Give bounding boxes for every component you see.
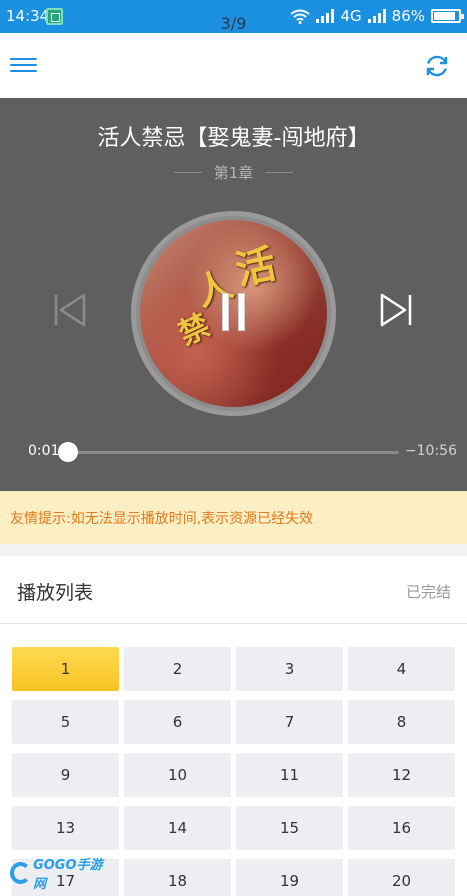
- episode-button[interactable]: 16: [348, 806, 455, 850]
- chapter-divider-left: [173, 171, 202, 173]
- episode-button[interactable]: 11: [236, 753, 343, 797]
- watermark-logo: GOGO手游网: [10, 858, 110, 892]
- episode-button[interactable]: 15: [236, 806, 343, 850]
- remaining-time: −10:56: [404, 443, 457, 459]
- player-panel: 活人禁忌【娶鬼妻-闯地府】 第1章 活 人 禁 0:01 −10:56: [0, 98, 467, 491]
- refresh-icon[interactable]: [424, 53, 450, 79]
- episode-button[interactable]: 4: [348, 647, 455, 691]
- progress-handle[interactable]: [58, 442, 78, 462]
- chapter-label: 第1章: [213, 163, 254, 182]
- episode-button[interactable]: 20: [348, 859, 455, 896]
- battery-percent: 86%: [391, 7, 425, 25]
- network-type: 4G: [340, 7, 362, 25]
- menu-icon[interactable]: [10, 58, 37, 72]
- cover-glyph: 活: [231, 240, 281, 295]
- episode-button[interactable]: 19: [236, 859, 343, 896]
- pause-icon[interactable]: [220, 293, 248, 331]
- episode-button[interactable]: 2: [124, 647, 231, 691]
- playlist-title: 播放列表: [17, 582, 94, 604]
- episode-button[interactable]: 1: [12, 647, 119, 691]
- current-time: 0:01: [28, 443, 60, 459]
- playlist-section: 播放列表 已完结 1 2 3 4 5 6 7 8 9 10 11 12 13 14 15 16 17 18 19 20: [0, 556, 467, 896]
- battery-icon: [431, 9, 464, 23]
- book-title: 活人禁忌【娶鬼妻-闯地府】: [97, 126, 370, 151]
- wifi-icon: [290, 9, 311, 24]
- playlist-status: 已完结: [405, 583, 451, 601]
- progress-track[interactable]: [68, 451, 399, 454]
- episode-button[interactable]: 8: [348, 700, 455, 744]
- episode-button[interactable]: 10: [124, 753, 231, 797]
- notice-banner: 友情提示:如无法显示播放时间,表示资源已经失效: [0, 491, 467, 544]
- watermark-icon: [10, 862, 32, 884]
- episode-button[interactable]: 3: [236, 647, 343, 691]
- episode-button[interactable]: 12: [348, 753, 455, 797]
- chapter-row: 第1章: [0, 162, 467, 182]
- top-nav-bar: [0, 33, 467, 98]
- signal-icon-2: [367, 9, 386, 23]
- status-bar: 14:34 3/9 4G 86%: [0, 0, 467, 33]
- watermark-text: GOGO手游网: [33, 858, 103, 892]
- skip-next-icon[interactable]: [378, 293, 414, 327]
- episode-button[interactable]: 5: [12, 700, 119, 744]
- status-icons: 4G 86%: [290, 7, 464, 25]
- episode-button[interactable]: 6: [124, 700, 231, 744]
- episode-button[interactable]: 13: [12, 806, 119, 850]
- episode-button[interactable]: 7: [236, 700, 343, 744]
- episode-button[interactable]: 9: [12, 753, 119, 797]
- audiobook-player-screen: 14:34 3/9 4G 86% 活人禁忌【娶鬼妻-闯地府】 第1章 活 人 禁…: [0, 0, 467, 896]
- skip-previous-icon[interactable]: [52, 293, 88, 327]
- signal-icon: [316, 9, 335, 23]
- episode-button[interactable]: 14: [124, 806, 231, 850]
- playlist-header: 播放列表 已完结: [0, 556, 467, 624]
- episode-button[interactable]: 18: [124, 859, 231, 896]
- chapter-divider-right: [265, 171, 294, 173]
